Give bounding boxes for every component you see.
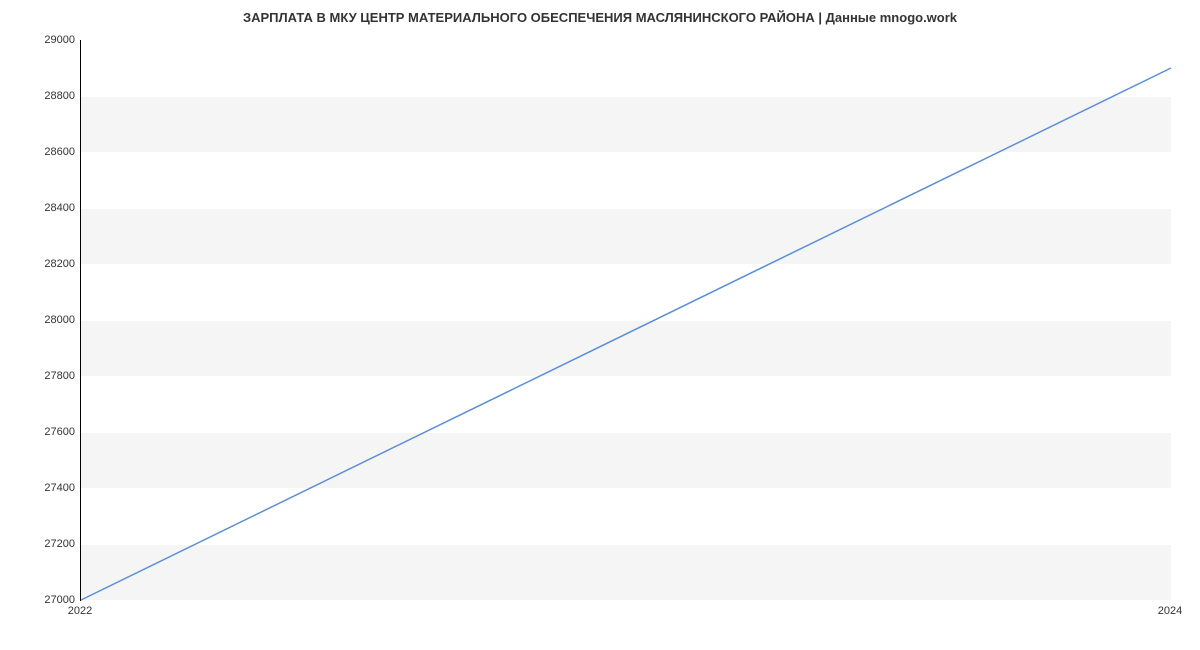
y-tick-label: 27200	[35, 538, 75, 550]
line-series	[81, 40, 1171, 600]
y-tick-label: 28400	[35, 202, 75, 214]
x-tick-label: 2024	[1158, 605, 1182, 617]
x-tick-label: 2022	[68, 605, 92, 617]
y-tick-label: 27800	[35, 370, 75, 382]
y-tick-label: 29000	[35, 34, 75, 46]
y-tick-label: 28600	[35, 146, 75, 158]
gridline	[81, 600, 1171, 601]
plot-area	[80, 40, 1171, 601]
y-tick-label: 27400	[35, 482, 75, 494]
y-tick-label: 27600	[35, 426, 75, 438]
y-tick-label: 28200	[35, 258, 75, 270]
y-tick-label: 28000	[35, 314, 75, 326]
y-tick-label: 28800	[35, 90, 75, 102]
chart-container: ЗАРПЛАТА В МКУ ЦЕНТР МАТЕРИАЛЬНОГО ОБЕСП…	[0, 0, 1200, 650]
chart-title: ЗАРПЛАТА В МКУ ЦЕНТР МАТЕРИАЛЬНОГО ОБЕСП…	[0, 0, 1200, 30]
